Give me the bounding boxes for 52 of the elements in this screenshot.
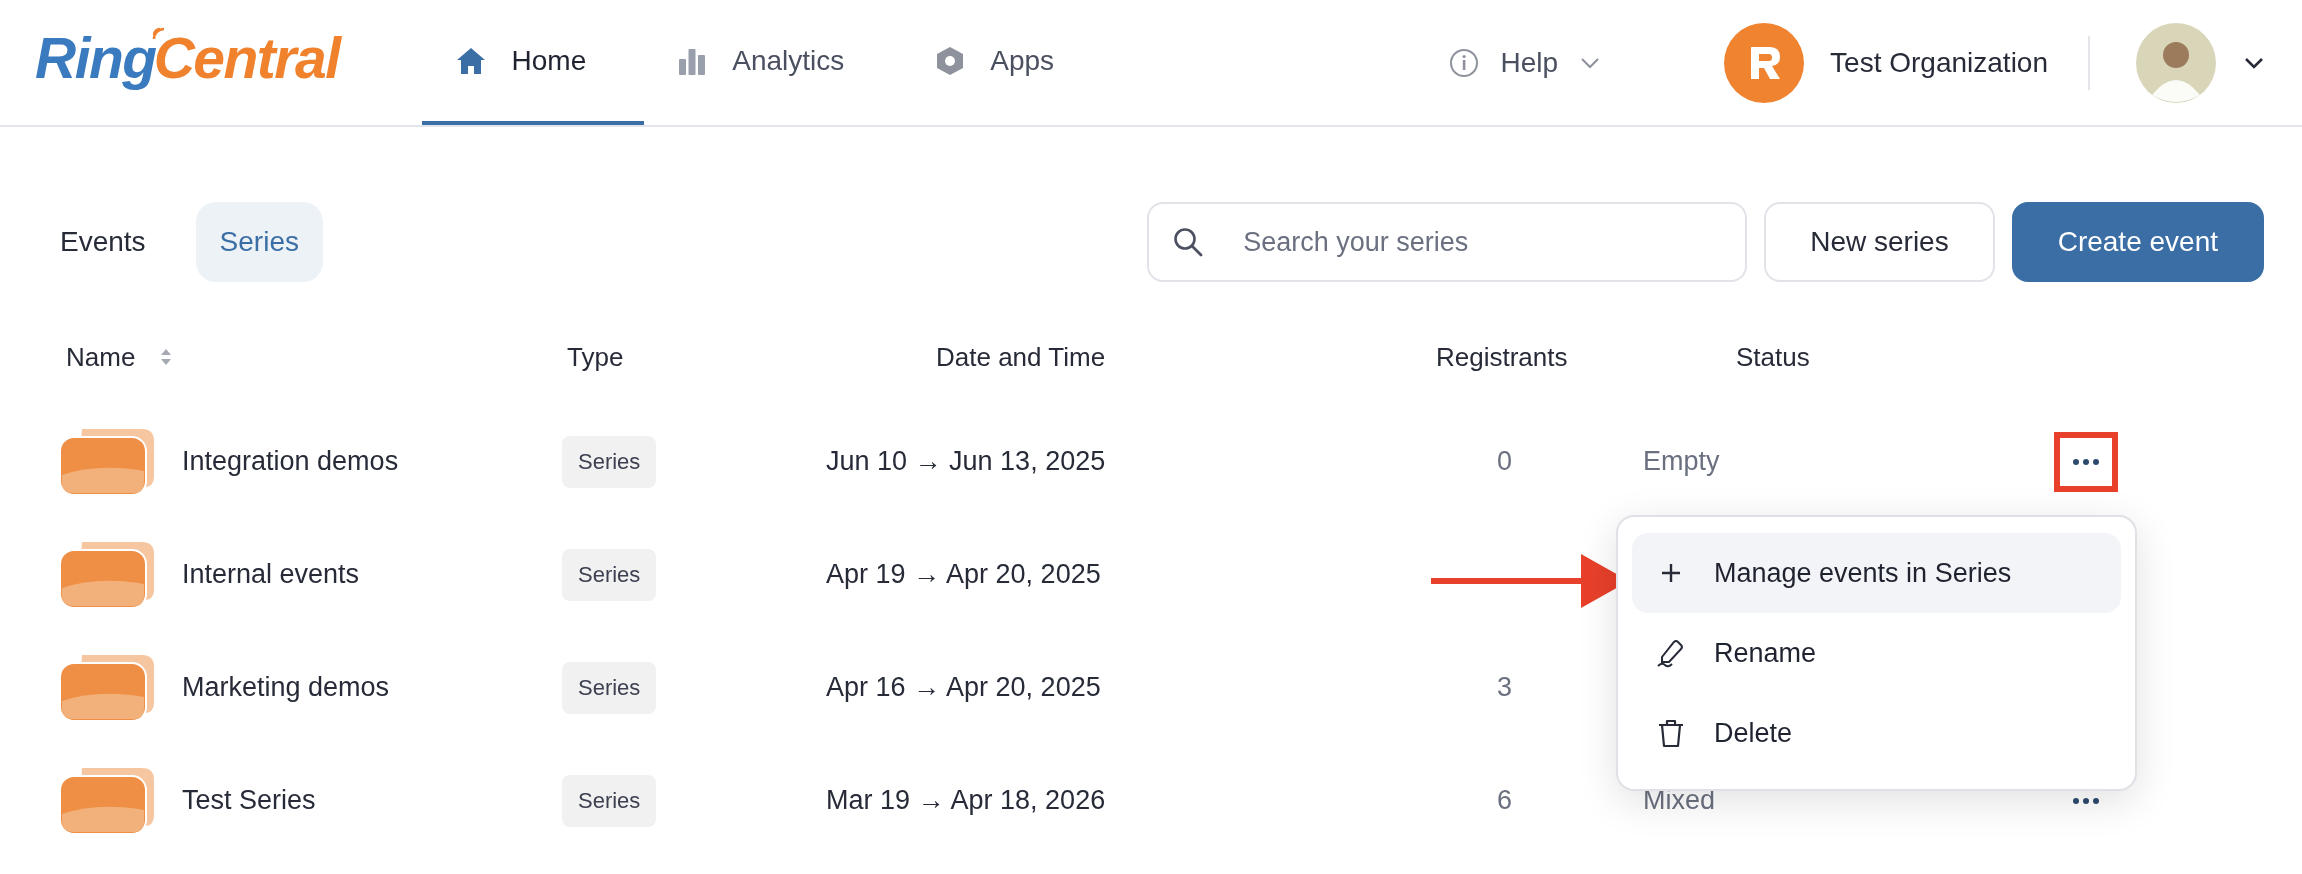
organization-name: Test Organization [1830, 46, 2048, 79]
type-tag: Series [562, 774, 657, 827]
search-icon [1173, 227, 1204, 257]
series-name[interactable]: Test Series [182, 785, 316, 816]
date-range: Apr 16 → Apr 20, 2025 [825, 671, 1102, 704]
status-text: Empty [1642, 445, 1721, 478]
date-range: Mar 19 → Apr 18, 2026 [825, 784, 1107, 817]
avatar-icon[interactable] [2136, 22, 2216, 103]
column-header: Type [567, 341, 624, 373]
sort-icon[interactable] [159, 347, 174, 367]
trash-icon [1657, 718, 1685, 748]
type-tag: Series [562, 548, 657, 601]
type-tag: Series [562, 435, 657, 488]
plus-icon [1660, 562, 1682, 584]
info-icon [1448, 47, 1479, 78]
nav-tab[interactable]: Analytics [644, 0, 903, 125]
create-event-button[interactable]: Create event [2011, 202, 2264, 282]
logo[interactable]: RingCentral [35, 24, 340, 91]
status-text: Mixed [1642, 784, 1717, 817]
registrant-count: 0 [1497, 446, 1513, 477]
help-menu[interactable]: Help [1448, 46, 1601, 79]
registrant-count: 3 [1497, 672, 1513, 703]
date-range: Apr 19 → Apr 20, 2025 [825, 558, 1102, 591]
more-options-button[interactable] [2054, 431, 2118, 492]
series-name[interactable]: Marketing demos [182, 672, 390, 703]
column-header: Name [66, 341, 136, 373]
series-name[interactable]: Internal events [182, 559, 360, 590]
column-header: Registrants [1436, 341, 1568, 373]
column-header: Date and Time [936, 341, 1106, 373]
more-icon [2073, 458, 2099, 465]
bar-chart-icon [678, 46, 707, 75]
nav-tab[interactable]: Home [421, 0, 645, 125]
column-header: Status [1736, 341, 1810, 373]
series-name[interactable]: Integration demos [182, 446, 399, 477]
search-field[interactable]: Search your series [1147, 202, 1748, 282]
nav-tab[interactable]: Apps [902, 0, 1113, 125]
menu-item[interactable]: Delete [1632, 693, 2121, 773]
filter-tab[interactable]: Series [195, 202, 323, 282]
pen-icon [1656, 638, 1686, 668]
hexagon-icon [936, 45, 965, 76]
menu-item[interactable]: Manage events in Series [1632, 533, 2121, 613]
date-range: Jun 10 → Jun 13, 2025 [825, 445, 1107, 478]
chevron-down-icon[interactable] [2244, 56, 2264, 69]
org-logo-icon [1724, 22, 1805, 103]
home-icon [455, 46, 486, 75]
menu-item[interactable]: Rename [1632, 613, 2121, 693]
more-icon [2073, 797, 2099, 804]
registrant-count: 6 [1497, 785, 1513, 816]
type-tag: Series [562, 661, 657, 714]
new-series-button[interactable]: New series [1764, 202, 1995, 282]
chevron-down-icon [1580, 56, 1601, 69]
filter-tab[interactable]: Events [36, 202, 170, 282]
